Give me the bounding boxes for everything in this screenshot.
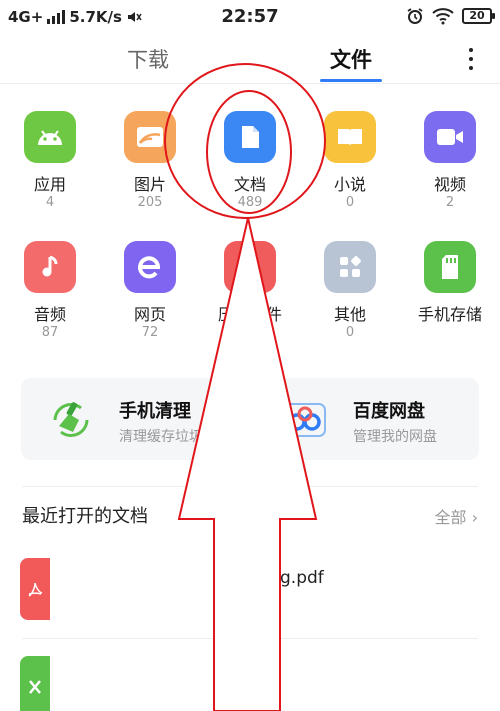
alarm-icon xyxy=(407,8,423,24)
category-count: 0 xyxy=(345,325,355,340)
category-other[interactable]: 其他 0 xyxy=(300,241,400,341)
section-divider xyxy=(22,486,478,487)
android-icon xyxy=(24,111,76,163)
annotation-overlay xyxy=(164,63,326,711)
active-tab-indicator xyxy=(320,79,382,82)
image-icon xyxy=(124,111,176,163)
list-divider xyxy=(22,638,478,639)
category-label: 网页 xyxy=(133,305,166,324)
category-label: 手机存储 xyxy=(417,305,482,324)
card-subtitle: 管理我的网盘 xyxy=(353,429,437,445)
category-audio[interactable]: 音频 87 xyxy=(0,241,100,341)
category-apps[interactable]: 应用 4 xyxy=(0,111,100,211)
category-label: 压缩文件 xyxy=(217,305,282,324)
category-documents[interactable]: 文档 489 xyxy=(200,111,300,211)
pdf-file-icon[interactable] xyxy=(20,558,50,620)
category-label: 应用 xyxy=(33,175,66,194)
book-icon xyxy=(324,111,376,163)
category-phone-storage[interactable]: 手机存储 xyxy=(400,241,500,325)
category-count: 205 xyxy=(137,195,163,210)
top-tabs: 下载 文件 xyxy=(0,34,500,84)
tab-files[interactable]: 文件 xyxy=(330,44,372,74)
category-label: 其他 xyxy=(333,305,366,324)
category-count: 2 xyxy=(445,195,455,210)
category-novels[interactable]: 小说 0 xyxy=(300,111,400,211)
category-count: 489 xyxy=(237,195,263,210)
card-subtitle: 清理缓存垃圾 xyxy=(119,429,203,445)
more-menu-icon[interactable] xyxy=(468,48,474,70)
category-label: 音频 xyxy=(33,305,66,324)
tab-download[interactable]: 下载 xyxy=(127,44,169,74)
excel-file-icon[interactable] xyxy=(20,656,50,711)
category-count: 87 xyxy=(41,325,59,340)
category-videos[interactable]: 视频 2 xyxy=(400,111,500,211)
view-all-label: 全部 xyxy=(434,508,467,527)
category-label: 小说 xyxy=(333,175,366,194)
category-count: 440 xyxy=(237,325,263,340)
category-count: 72 xyxy=(141,325,159,340)
video-camera-icon xyxy=(424,111,476,163)
zip-icon xyxy=(224,241,276,293)
status-right: 20 xyxy=(406,7,495,25)
category-webpages[interactable]: 网页 72 xyxy=(100,241,200,341)
wifi-icon xyxy=(432,8,454,25)
cloud-disk-icon xyxy=(284,403,326,437)
sd-card-icon xyxy=(424,241,476,293)
recent-file-name[interactable]: g.pdf xyxy=(280,568,324,588)
category-count: 4 xyxy=(45,195,55,210)
baidu-netdisk-card[interactable]: 百度网盘 管理我的网盘 xyxy=(255,378,479,460)
battery-icon: 20 xyxy=(462,8,495,24)
browser-e-icon xyxy=(124,241,176,293)
category-label: 文档 xyxy=(233,175,266,194)
category-label: 视频 xyxy=(433,175,466,194)
phone-cleanup-card[interactable]: 手机清理 清理缓存垃圾 xyxy=(21,378,245,460)
recent-docs-title: 最近打开的文档 xyxy=(22,506,148,527)
chevron-right-icon: › xyxy=(471,508,478,527)
category-label: 图片 xyxy=(133,175,166,194)
view-all-link[interactable]: 全部 › xyxy=(434,504,478,528)
grid-icon xyxy=(324,241,376,293)
document-icon xyxy=(224,111,276,163)
category-archives[interactable]: 压缩文件 440 xyxy=(200,241,300,341)
music-note-icon xyxy=(24,241,76,293)
card-title: 手机清理 xyxy=(119,401,191,422)
card-title: 百度网盘 xyxy=(353,401,425,422)
category-images[interactable]: 图片 205 xyxy=(100,111,200,211)
broom-icon xyxy=(53,402,89,437)
status-bar: 4G+ 5.7K/s 22:57 20 xyxy=(0,0,500,34)
category-count: 0 xyxy=(345,195,355,210)
